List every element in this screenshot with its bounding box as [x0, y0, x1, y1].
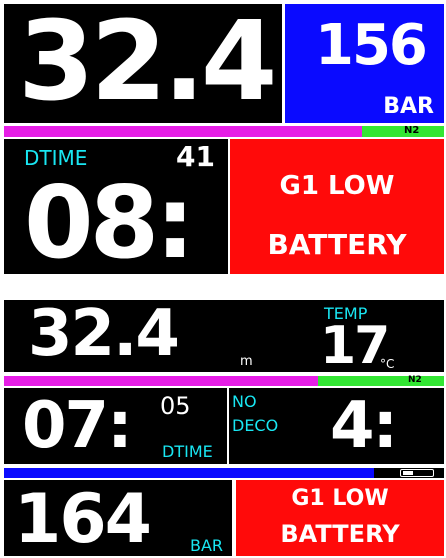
- temp-value: 17: [320, 316, 390, 372]
- dive-screen-2: 32.4 m TEMP 17 °C N2 07: 05 DTIME NO DEC…: [0, 296, 446, 558]
- depth-temp-panel: 32.4 m TEMP 17 °C: [4, 300, 444, 372]
- nodeco-value: 4:: [330, 389, 398, 463]
- time-deco-panel: 07: 05 DTIME NO DECO 4:: [4, 388, 444, 464]
- tank-pressure-value: 164: [14, 480, 152, 556]
- battery-bar: [374, 468, 444, 478]
- alert-panel: G1 LOW BATTERY: [236, 480, 444, 556]
- alert-panel: G1 LOW BATTERY: [230, 139, 444, 274]
- tank-pressure-panel: 156 BAR: [285, 4, 444, 123]
- alert-line-1: G1 LOW: [279, 171, 395, 201]
- status-bar: [4, 468, 374, 478]
- temp-unit: °C: [380, 357, 395, 371]
- gas-label-bar: N2: [318, 376, 444, 386]
- gas-mix-bar: [4, 376, 318, 386]
- alert-line-2: BATTERY: [280, 520, 400, 548]
- depth-value: 32.4: [28, 300, 180, 371]
- gas-mix-bar: [4, 126, 362, 137]
- dive-time-value: 08:: [24, 164, 195, 274]
- depth-panel: 32.4: [4, 4, 282, 123]
- nodeco-label-1: NO: [232, 392, 257, 411]
- tank-pressure-unit: BAR: [190, 536, 224, 555]
- dive-time-panel: DTIME 41 08:: [4, 139, 228, 274]
- dive-screen-1: 32.4 156 BAR N2 DTIME 41 08: G1 LOW BATT…: [0, 0, 446, 276]
- tank-pressure-panel: 164 BAR: [4, 480, 232, 556]
- gas-label: N2: [408, 375, 422, 385]
- depth-value: 32.4: [18, 4, 277, 123]
- nodeco-label-2: DECO: [232, 416, 279, 435]
- gas-label: N2: [404, 125, 420, 136]
- dtime-label: DTIME: [162, 442, 213, 461]
- divider: [227, 388, 229, 464]
- dive-time-seconds: 05: [160, 392, 191, 420]
- alert-line-2: BATTERY: [267, 228, 407, 261]
- tank-pressure-value: 156: [315, 13, 428, 78]
- dive-time-value: 07:: [22, 389, 133, 463]
- gas-label-bar: N2: [362, 126, 444, 137]
- tank-pressure-unit: BAR: [383, 94, 434, 119]
- depth-unit: m: [240, 354, 253, 369]
- battery-icon: [400, 469, 434, 477]
- alert-line-1: G1 LOW: [291, 486, 389, 511]
